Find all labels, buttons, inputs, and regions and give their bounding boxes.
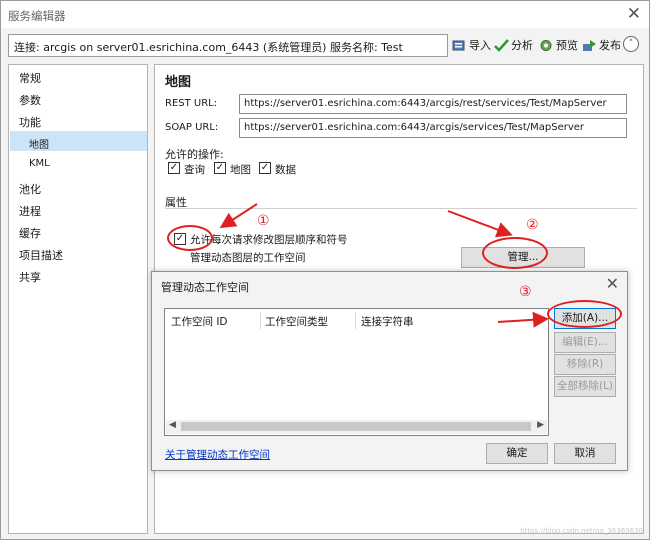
annotation-arrows xyxy=(219,203,549,328)
service-editor-window: 服务编辑器 ✕ 连接: arcgis on server01.esrichina… xyxy=(0,0,650,540)
annotation-arrow-3 xyxy=(497,311,549,328)
annotation-arrow-1 xyxy=(219,203,258,229)
watermark: https://blog.csdn.net/qq_36363630 xyxy=(520,527,643,535)
annotation-arrow-2 xyxy=(447,210,513,238)
